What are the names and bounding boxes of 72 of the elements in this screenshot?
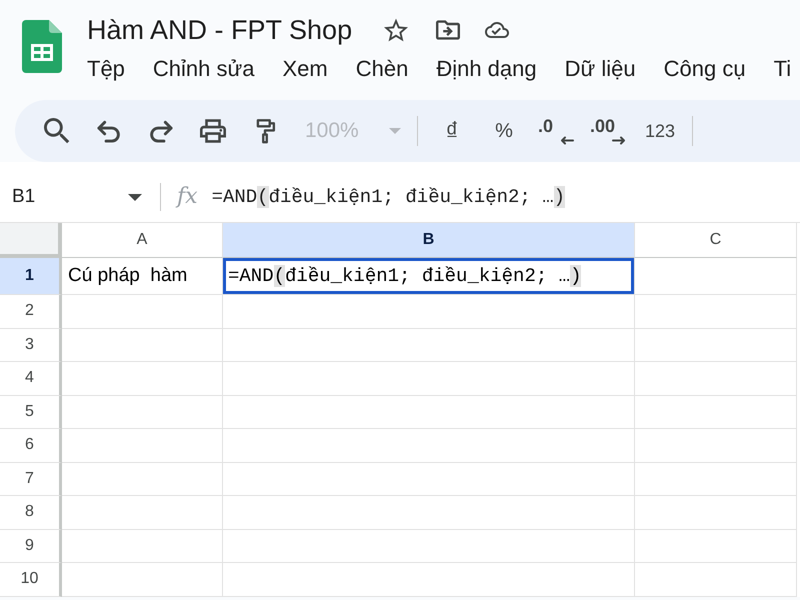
sheet-cell[interactable] (62, 563, 223, 596)
menu-item[interactable]: Chèn (356, 56, 408, 82)
sheet-cell[interactable] (223, 563, 635, 596)
number-format-button[interactable]: 123 (642, 113, 678, 149)
column-header[interactable]: A (62, 223, 223, 258)
menu-item[interactable]: Công cụ (664, 56, 746, 82)
sheet-cell[interactable] (635, 462, 797, 496)
decrease-decimals-button[interactable]: .0 (538, 113, 574, 149)
star-icon[interactable] (384, 18, 408, 42)
sheet-cell[interactable]: =AND(điều_kiện1; điều_kiện2; …) (223, 258, 635, 295)
sheet-cell[interactable] (635, 362, 797, 396)
sheet-cell[interactable] (223, 462, 635, 496)
menu-item[interactable]: Ti (774, 56, 792, 82)
sheet-cell[interactable] (223, 396, 635, 429)
menu-item[interactable]: Chỉnh sửa (152, 56, 254, 82)
sheet-cell[interactable] (635, 496, 797, 530)
spreadsheet-logo-icon[interactable] (22, 20, 62, 73)
menu-item[interactable]: Định dạng (436, 56, 537, 82)
redo-icon (148, 118, 174, 144)
select-all-corner[interactable] (0, 223, 62, 258)
sheet-cell[interactable] (62, 496, 223, 530)
row-header[interactable]: 10 (0, 563, 62, 596)
fx-icon: fx (177, 183, 198, 211)
row-header[interactable]: 9 (0, 530, 62, 563)
row-header[interactable]: 3 (0, 328, 62, 362)
column-header[interactable]: B (223, 223, 635, 258)
row-header[interactable]: 7 (0, 462, 62, 496)
sheet-cell[interactable] (635, 295, 797, 328)
row-header[interactable]: 6 (0, 429, 62, 462)
formula-input[interactable]: =AND(điều_kiện1; điều_kiện2; …) (212, 183, 566, 211)
currency-button[interactable]: ₫ (434, 113, 470, 149)
percent-button[interactable]: % (486, 113, 522, 149)
menu-item[interactable]: Tệp (87, 56, 125, 82)
row-header[interactable]: 2 (0, 295, 62, 328)
row-header[interactable]: 8 (0, 496, 62, 530)
sheet-cell[interactable] (62, 429, 223, 462)
sheet-cell[interactable] (223, 429, 635, 462)
increase-decimals-button[interactable]: .00 (590, 113, 626, 149)
sheet-cell[interactable] (635, 429, 797, 462)
sheet-cell[interactable] (635, 328, 797, 362)
sheet-cell[interactable] (223, 328, 635, 362)
printer-icon (200, 118, 226, 144)
right-arrow-icon (612, 136, 626, 145)
name-box[interactable]: B1 (0, 181, 150, 213)
sheet-cell[interactable] (223, 496, 635, 530)
caret-icon (389, 128, 401, 134)
sheet-cell[interactable] (223, 362, 635, 396)
folder-arrow-icon[interactable] (436, 18, 460, 42)
sheet-cell[interactable] (62, 396, 223, 429)
row-header[interactable]: 1 (0, 258, 62, 295)
menu-item[interactable]: Xem (282, 56, 328, 82)
sheet-cell[interactable] (62, 530, 223, 563)
sheet-cell[interactable] (62, 328, 223, 362)
row-header[interactable]: 4 (0, 362, 62, 396)
sheet-cell[interactable] (223, 530, 635, 563)
column-header[interactable]: C (635, 223, 797, 258)
sheet-cell[interactable] (635, 530, 797, 563)
sheet-cell[interactable] (635, 396, 797, 429)
caret-icon (128, 194, 142, 200)
search-icon (44, 118, 70, 144)
undo-icon (96, 118, 122, 144)
sheet-cell[interactable] (635, 258, 797, 295)
sheet-cell[interactable] (62, 295, 223, 328)
menu-item[interactable]: Dữ liệu (564, 56, 636, 82)
sheet-cell[interactable] (62, 462, 223, 496)
row-header[interactable]: 5 (0, 396, 62, 429)
left-arrow-icon (560, 136, 574, 145)
sheet-cell[interactable] (223, 295, 635, 328)
sheet-cell[interactable]: Cú pháp hàm (62, 258, 223, 295)
document-title[interactable]: Hàm AND - FPT Shop (87, 14, 352, 46)
sheet-cell[interactable] (635, 563, 797, 596)
sheet-cell[interactable] (62, 362, 223, 396)
